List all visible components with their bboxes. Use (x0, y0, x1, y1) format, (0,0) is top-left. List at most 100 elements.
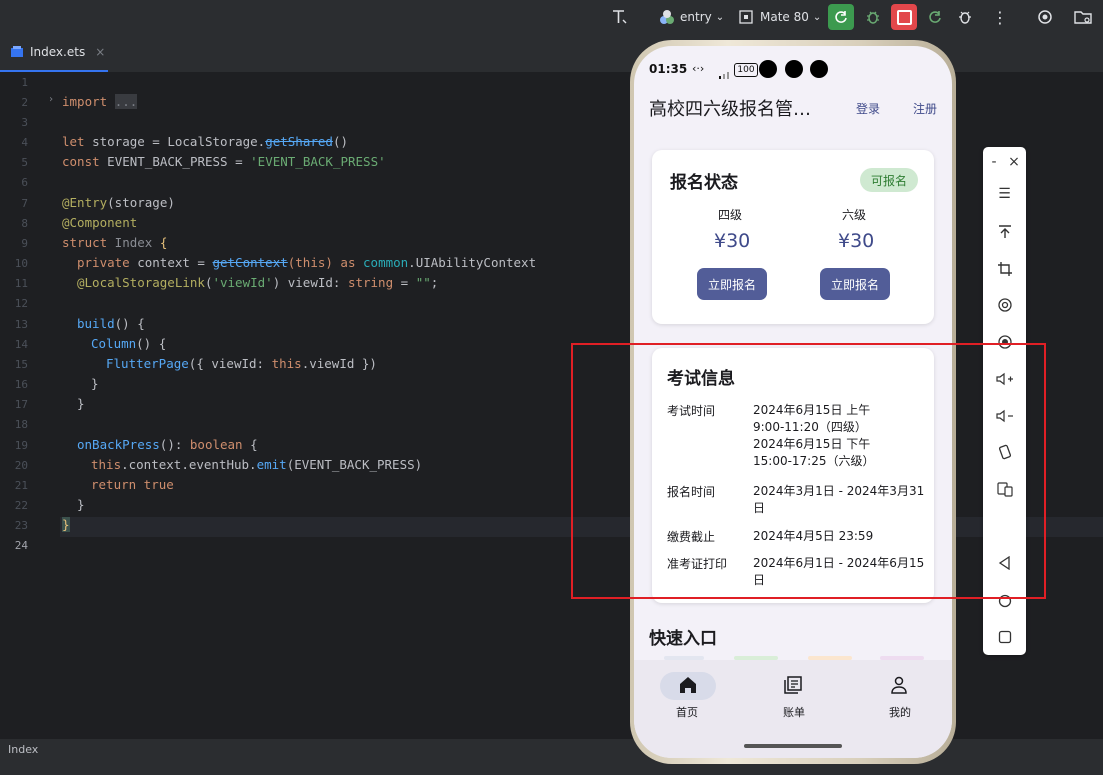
ide-toolbar: entry ⌄ Mate 80 ⌄ ⋮ (0, 0, 1103, 34)
recents-icon[interactable] (983, 625, 1026, 649)
fold-chevron-icon[interactable]: › (48, 94, 54, 105)
phone-clock: 01:35 (649, 62, 688, 76)
bottom-navigation: 首页 账单 我的 (634, 660, 952, 758)
line-number: 21 (14, 479, 28, 492)
device-icon (739, 10, 753, 24)
code-line-2: › import ... (48, 94, 138, 109)
code-line-15: Column() { (91, 336, 167, 351)
line-number: 23 (14, 519, 28, 532)
ets-file-icon (11, 46, 23, 57)
tab-filename: Index.ets (30, 45, 86, 59)
crop-screenshot-icon[interactable] (983, 257, 1026, 281)
code-line-11: private context = getContext(this) as co… (77, 255, 537, 270)
chevron-down-icon: ⌄ (812, 11, 822, 23)
app-title: 高校四六级报名管… (649, 99, 811, 120)
nav-label-mine[interactable]: 我的 (889, 704, 911, 720)
module-icon (660, 10, 674, 24)
nav-label-bill[interactable]: 账单 (783, 704, 805, 720)
line-number: 15 (14, 358, 28, 371)
device-name: Mate 80 (760, 10, 809, 24)
code-line-6: const EVENT_BACK_PRESS = 'EVENT_BACK_PRE… (62, 154, 386, 169)
stop-button[interactable] (891, 0, 917, 34)
line-number: 10 (14, 257, 28, 270)
profiler-icon (959, 11, 971, 24)
code-line-22: return true (91, 477, 174, 492)
login-button[interactable]: 登录 (856, 100, 880, 117)
text-tool-icon[interactable] (610, 0, 630, 34)
line-number: 20 (14, 459, 28, 472)
line-number: 17 (14, 398, 28, 411)
camera-dot (810, 60, 828, 78)
line-number: 2 (21, 96, 28, 109)
close-icon[interactable]: × (95, 45, 105, 59)
module-selector[interactable]: entry ⌄ (658, 0, 724, 34)
menu-icon[interactable]: ☰ (983, 182, 1026, 206)
cet6-label: 六级 (842, 208, 867, 222)
rerun-icon (828, 4, 854, 30)
debug-button[interactable] (864, 0, 882, 34)
register-button[interactable]: 注册 (913, 100, 937, 117)
apply-changes-icon (929, 11, 941, 23)
line-number: 14 (14, 338, 28, 351)
signal-icon: ‹·› (692, 62, 705, 75)
status-badge: 可报名 (860, 168, 918, 192)
code-line-24: } (62, 517, 70, 532)
code-line-14: build() { (77, 316, 145, 331)
code-line-5: let storage = LocalStorage.getShared() (62, 134, 348, 149)
profiler-button[interactable] (956, 0, 974, 34)
chevron-down-icon: ⌄ (715, 11, 725, 23)
minimize-button[interactable]: - (984, 150, 1004, 174)
highlight-box (571, 343, 1046, 599)
cet6-register-button[interactable]: 立即报名 (820, 268, 890, 300)
apply-changes-button[interactable] (926, 0, 944, 34)
home-icon (678, 676, 698, 698)
more-vertical-icon[interactable]: ⋮ (992, 0, 1008, 34)
wifi-signal-icon (718, 64, 732, 79)
code-line-20: onBackPress(): boolean { (77, 437, 258, 452)
line-number: 5 (21, 156, 28, 169)
line-number: 8 (21, 217, 28, 230)
nav-label-home[interactable]: 首页 (676, 704, 698, 720)
code-line-8: @Entry(storage) (62, 195, 175, 210)
person-icon (890, 676, 908, 698)
line-number: 19 (14, 439, 28, 452)
line-number: 9 (21, 237, 28, 250)
folder-icon (1074, 11, 1092, 24)
pin-to-top-icon[interactable] (983, 220, 1026, 244)
line-number: 18 (14, 418, 28, 431)
tab-index-ets[interactable]: Index.ets × (0, 34, 108, 72)
rotate-icon[interactable] (983, 293, 1026, 317)
line-number: 7 (21, 197, 28, 210)
registration-status-card: 报名状态 可报名 四级 ¥30 立即报名 六级 ¥30 立即报名 (652, 150, 934, 324)
code-line-21: this.context.eventHub.emit(EVENT_BACK_PR… (91, 457, 423, 472)
line-number: 24 (14, 539, 28, 552)
home-indicator-bar[interactable] (744, 744, 842, 748)
section-title-quick: 快速入口 (649, 629, 717, 649)
code-line-23: } (77, 497, 85, 512)
run-button[interactable] (828, 0, 854, 34)
cet4-label: 四级 (718, 208, 743, 222)
battery-icon: 100 (734, 63, 758, 77)
breadcrumb[interactable]: Index (8, 743, 38, 756)
cet4-price: ¥30 (714, 230, 751, 252)
line-number: 6 (21, 176, 28, 189)
code-line-10: struct Index { (62, 235, 168, 250)
code-line-12: @LocalStorageLink('viewId') viewId: stri… (77, 275, 439, 290)
module-name: entry (680, 10, 712, 24)
code-line-17: } (91, 376, 99, 391)
folder-search-button[interactable] (1073, 0, 1093, 34)
cet4-register-button[interactable]: 立即报名 (697, 268, 767, 300)
code-line-9: @Component (62, 215, 138, 230)
line-number: 22 (14, 499, 28, 512)
target-icon (1038, 10, 1052, 24)
line-number: 1 (21, 76, 28, 89)
close-icon[interactable]: × (1004, 150, 1024, 174)
card-title: 报名状态 (670, 173, 738, 193)
bug-icon (867, 11, 879, 24)
device-selector[interactable]: Mate 80 ⌄ (738, 0, 821, 34)
bill-icon (784, 676, 804, 698)
camera-dot (785, 60, 803, 78)
line-number: 16 (14, 378, 28, 391)
copilot-button[interactable] (1036, 0, 1054, 34)
stop-icon (891, 4, 917, 30)
